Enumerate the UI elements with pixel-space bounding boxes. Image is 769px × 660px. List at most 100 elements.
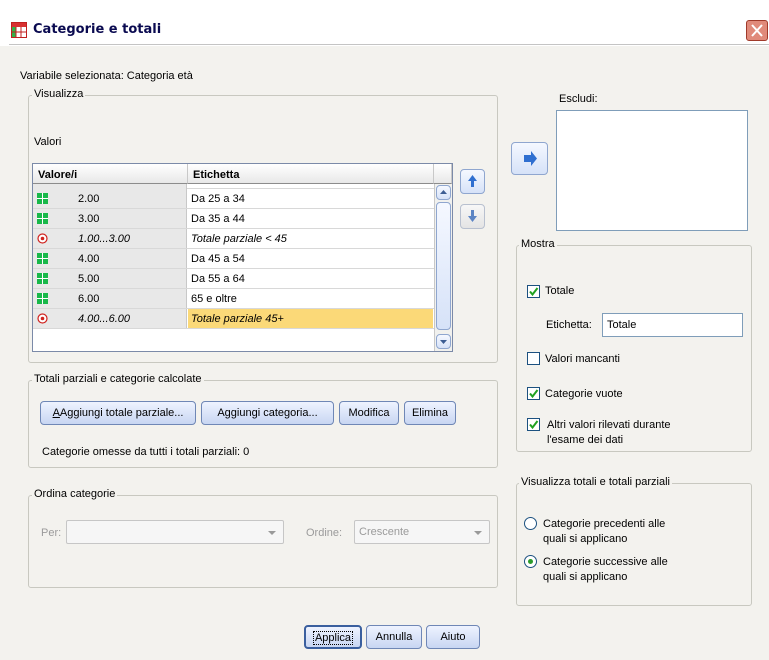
close-icon bbox=[751, 24, 763, 37]
table-row[interactable]: 4.00 Da 45 a 54 bbox=[33, 249, 434, 269]
total-checkbox[interactable] bbox=[527, 285, 540, 298]
show-legend: Mostra bbox=[519, 238, 557, 250]
cancel-button[interactable]: Annulla bbox=[366, 625, 422, 649]
label-cell: Da 55 a 64 bbox=[191, 273, 245, 285]
sort-by-select[interactable] bbox=[66, 520, 284, 544]
label-cell: Totale parziale < 45 bbox=[191, 233, 287, 245]
values-table[interactable]: Valore/i Etichetta 2.00 Da 25 a 34 3.00 Da … bbox=[32, 163, 453, 352]
dialog-window: Categorie e totali Variabile selezionata… bbox=[0, 0, 769, 660]
table-row[interactable]: 3.00 Da 35 a 44 bbox=[33, 209, 434, 229]
missing-values-label: Valori mancanti bbox=[545, 353, 620, 365]
display-totals-legend: Visualizza totali e totali parziali bbox=[519, 476, 672, 488]
category-icon bbox=[37, 193, 48, 204]
exclude-label: Escludi: bbox=[559, 93, 598, 105]
table-row[interactable]: 6.00 65 e oltre bbox=[33, 289, 434, 309]
arrow-right-icon bbox=[524, 151, 537, 166]
close-button[interactable] bbox=[746, 20, 768, 41]
sort-legend: Ordina categorie bbox=[32, 488, 118, 500]
move-up-button[interactable] bbox=[460, 169, 485, 194]
scroll-down-button[interactable] bbox=[436, 334, 451, 349]
value-text: 3.00 bbox=[78, 213, 100, 225]
value-cell: 1.00...3.00 bbox=[33, 229, 187, 248]
value-cell: 4.00...6.00 bbox=[33, 309, 187, 328]
table-row[interactable]: 5.00 Da 55 a 64 bbox=[33, 269, 434, 289]
value-text: 2.00 bbox=[78, 193, 100, 205]
other-values-label-2: l'esame dei dati bbox=[547, 434, 624, 446]
radio-dot bbox=[528, 559, 533, 564]
radio-after-label-1: Categorie successive alle bbox=[543, 556, 668, 568]
checkmark-icon bbox=[529, 287, 539, 297]
label-cell: 65 e oltre bbox=[191, 293, 237, 305]
category-icon bbox=[37, 273, 48, 284]
total-label: Totale bbox=[545, 285, 575, 297]
add-subtotal-button[interactable]: AAggiungi totale parziale... bbox=[40, 401, 196, 425]
missing-values-checkbox[interactable] bbox=[527, 352, 540, 365]
label-cell: Totale parziale 45+ bbox=[188, 309, 433, 328]
value-cell: 4.00 bbox=[33, 249, 187, 268]
table-row[interactable]: 2.00 Da 25 a 34 bbox=[33, 189, 434, 209]
radio-after[interactable] bbox=[524, 555, 537, 568]
omitted-categories-text: Categorie omesse da tutti i totali parzi… bbox=[42, 446, 250, 458]
subtotal-icon bbox=[37, 313, 48, 324]
help-button[interactable]: Aiuto bbox=[426, 625, 480, 649]
subtotals-legend: Totali parziali e categorie calcolate bbox=[32, 373, 204, 385]
value-cell: 5.00 bbox=[33, 269, 187, 288]
label-cell: Da 35 a 44 bbox=[191, 213, 245, 225]
scroll-up-button[interactable] bbox=[436, 185, 451, 200]
value-cell: 3.00 bbox=[33, 209, 187, 228]
value-text: 5.00 bbox=[78, 273, 100, 285]
chevron-down-icon bbox=[474, 531, 482, 535]
arrow-up-icon bbox=[468, 175, 477, 187]
subtotal-icon bbox=[37, 233, 48, 244]
title-separator bbox=[9, 44, 769, 45]
empty-categories-checkbox[interactable] bbox=[527, 387, 540, 400]
radio-before-label-2: quali si applicano bbox=[543, 533, 628, 545]
selected-variable-text: Variabile selezionata: Categoria età bbox=[20, 70, 193, 82]
etichetta-input[interactable]: Totale bbox=[602, 313, 743, 337]
value-cell: 2.00 bbox=[33, 189, 187, 208]
scroll-down-icon bbox=[440, 340, 447, 344]
other-values-label-1: Altri valori rilevati durante bbox=[547, 419, 671, 431]
radio-after-label-2: quali si applicano bbox=[543, 571, 628, 583]
table-row[interactable]: 4.00...6.00 Totale parziale 45+ bbox=[33, 309, 434, 329]
other-values-checkbox[interactable] bbox=[527, 418, 540, 431]
column-header-value[interactable]: Valore/i bbox=[33, 164, 188, 184]
checkmark-icon bbox=[529, 389, 539, 399]
exclude-list[interactable] bbox=[556, 110, 748, 231]
category-icon bbox=[37, 253, 48, 264]
value-text: 4.00...6.00 bbox=[78, 313, 130, 325]
header-spacer bbox=[434, 164, 452, 184]
scroll-thumb[interactable] bbox=[436, 202, 451, 330]
order-select[interactable]: Crescente bbox=[354, 520, 490, 544]
empty-categories-label: Categorie vuote bbox=[545, 388, 623, 400]
category-icon bbox=[37, 293, 48, 304]
apply-button[interactable]: Applica bbox=[304, 625, 362, 649]
sort-by-label: Per: bbox=[41, 527, 62, 539]
move-to-exclude-button[interactable] bbox=[511, 142, 548, 175]
table-icon bbox=[11, 22, 27, 38]
category-icon bbox=[37, 213, 48, 224]
add-category-button[interactable]: Aggiungi categoria... bbox=[201, 401, 334, 425]
checkmark-icon bbox=[529, 420, 539, 430]
scroll-up-icon bbox=[440, 190, 447, 194]
etichetta-label: Etichetta: bbox=[546, 319, 592, 331]
value-cell: 6.00 bbox=[33, 289, 187, 308]
order-label: Ordine: bbox=[306, 527, 343, 539]
label-cell: Da 25 a 34 bbox=[191, 193, 245, 205]
arrow-down-icon bbox=[468, 210, 477, 222]
title-bar: Categorie e totali bbox=[0, 0, 769, 46]
window-title: Categorie e totali bbox=[33, 22, 162, 37]
value-text: 6.00 bbox=[78, 293, 100, 305]
value-text: 4.00 bbox=[78, 253, 100, 265]
radio-before[interactable] bbox=[524, 517, 537, 530]
delete-button[interactable]: Elimina bbox=[404, 401, 456, 425]
value-text: 1.00...3.00 bbox=[78, 233, 130, 245]
visualizza-legend: Visualizza bbox=[32, 88, 86, 100]
modify-button[interactable]: Modifica bbox=[339, 401, 399, 425]
chevron-down-icon bbox=[268, 531, 276, 535]
table-scrollbar[interactable] bbox=[434, 184, 452, 351]
table-row[interactable]: 1.00...3.00 Totale parziale < 45 bbox=[33, 229, 434, 249]
move-down-button[interactable] bbox=[460, 204, 485, 229]
radio-before-label-1: Categorie precedenti alle bbox=[543, 518, 666, 530]
column-header-label[interactable]: Etichetta bbox=[188, 164, 434, 184]
